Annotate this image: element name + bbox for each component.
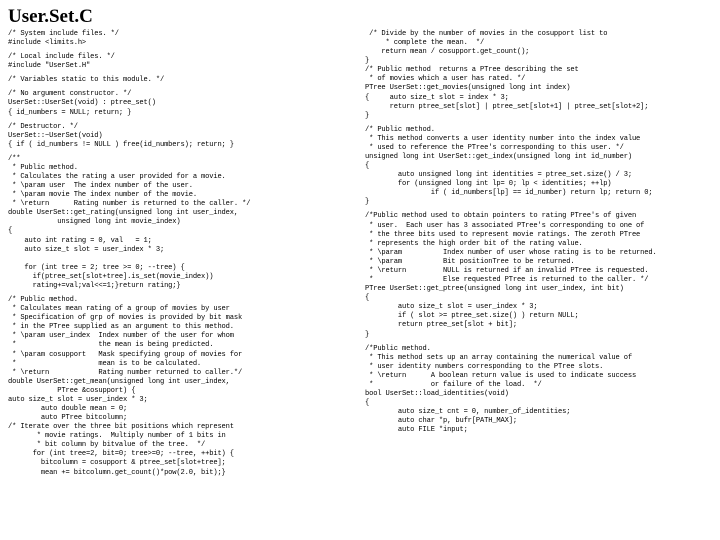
page-title: User.Set.C bbox=[8, 6, 712, 28]
code-block: /* No argument constructor. */ UserSet::… bbox=[8, 90, 355, 117]
code-block: /*Public method used to obtain pointers … bbox=[365, 212, 712, 339]
right-column: /* Divide by the number of movies in the… bbox=[365, 30, 712, 534]
code-block: /* Public method. * Calculates mean rati… bbox=[8, 296, 355, 478]
code-block: /* Variables static to this module. */ bbox=[8, 76, 355, 85]
two-column-layout: /* System include files. */ #include <li… bbox=[0, 30, 720, 540]
code-block: /** * Public method. * Calculates the ra… bbox=[8, 155, 355, 291]
code-block: /* System include files. */ #include <li… bbox=[8, 30, 355, 48]
code-block: /* Public method. * This method converts… bbox=[365, 126, 712, 208]
code-block: /*Public method. * This method sets up a… bbox=[365, 345, 712, 436]
code-block: /* Local include files. */ #include "Use… bbox=[8, 53, 355, 71]
left-column: /* System include files. */ #include <li… bbox=[8, 30, 355, 534]
code-block: /* Destructor. */ UserSet::~UserSet(void… bbox=[8, 123, 355, 150]
code-block: /* Divide by the number of movies in the… bbox=[365, 30, 712, 121]
